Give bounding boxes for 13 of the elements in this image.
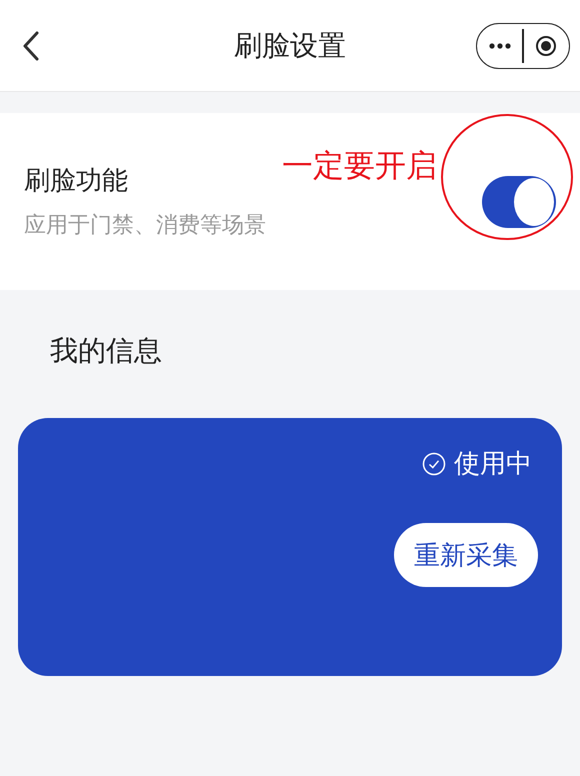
more-icon[interactable] — [488, 42, 511, 48]
page-title: 刷脸设置 — [233, 28, 347, 64]
back-icon[interactable] — [22, 30, 40, 62]
capsule-menu[interactable] — [476, 22, 570, 68]
setting-description: 应用于门禁、消费等场景 — [24, 212, 266, 240]
annotation-text: 一定要开启 — [282, 147, 437, 185]
setting-label: 刷脸功能 — [24, 165, 129, 198]
check-circle-icon — [422, 452, 446, 476]
recapture-button[interactable]: 重新采集 — [394, 523, 538, 587]
toggle-switch[interactable] — [482, 176, 556, 228]
status-text: 使用中 — [454, 448, 532, 481]
close-icon[interactable] — [535, 34, 558, 56]
section-title: 我的信息 — [50, 333, 163, 369]
